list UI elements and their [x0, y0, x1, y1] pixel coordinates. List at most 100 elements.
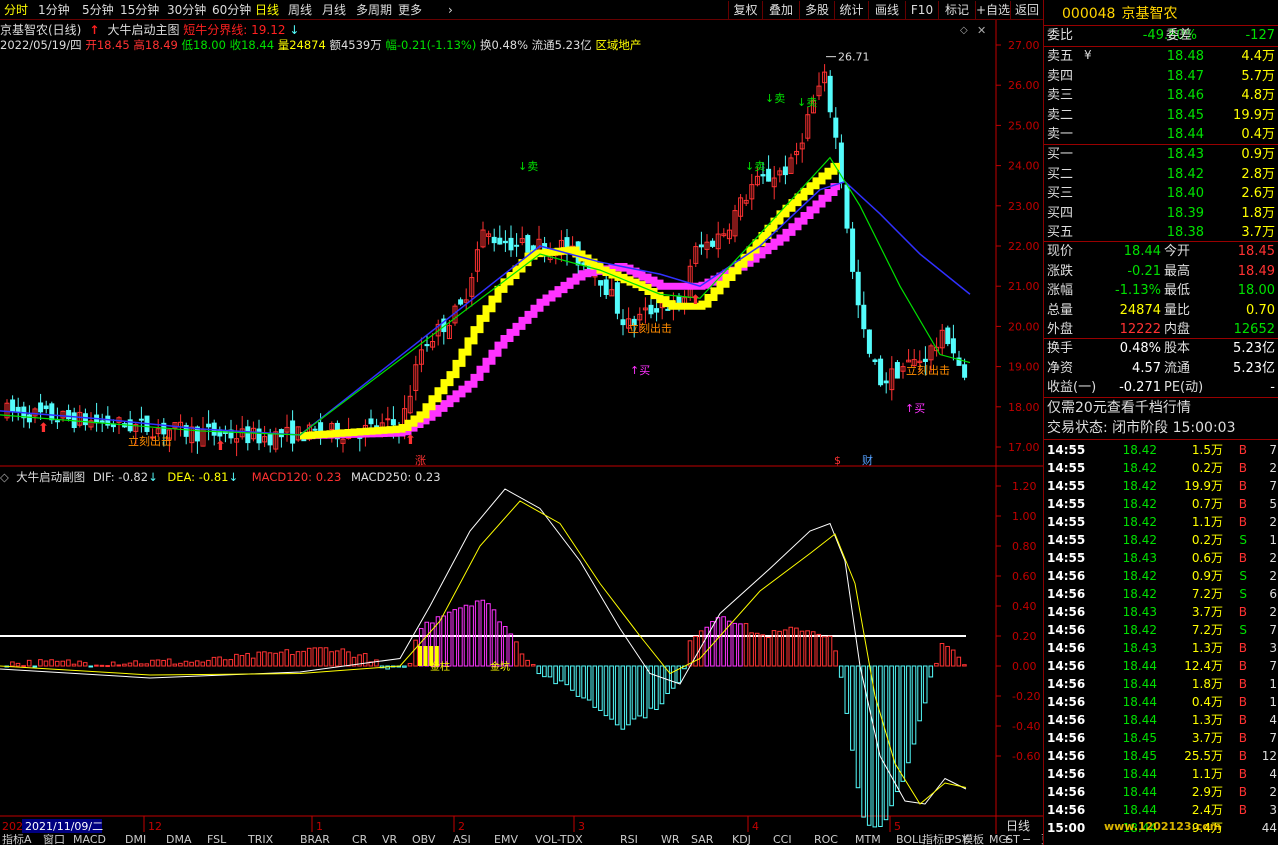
- tick-volume: 0.4万: [1191, 695, 1223, 709]
- period-tab-10[interactable]: 更多: [398, 2, 422, 18]
- indicator-tab-16[interactable]: SAR: [691, 834, 713, 845]
- chevron-right-icon[interactable]: ›: [448, 2, 453, 18]
- price-label: 20.00: [1008, 320, 1040, 333]
- tick-time: 14:56: [1047, 569, 1086, 583]
- bids-row[interactable]: 买二 18.42 2.8万: [1044, 166, 1278, 184]
- toolbar-action-0[interactable]: 复权: [728, 1, 762, 19]
- indicator-tab-1[interactable]: 窗口: [43, 834, 65, 845]
- tick-count: 12: [1261, 749, 1277, 763]
- tick-price: 18.42: [1122, 497, 1157, 511]
- promo-link[interactable]: 仅需20元查看千档行情: [1047, 399, 1278, 417]
- stat-row: 换手 0.48% 股本 5.23亿: [1044, 340, 1278, 358]
- candle-body: [508, 237, 514, 251]
- indicator-tab-18[interactable]: CCI: [773, 834, 792, 845]
- period-tab-4[interactable]: 30分钟: [167, 2, 206, 18]
- period-tab-5[interactable]: 60分钟: [212, 2, 251, 18]
- indicator-tab-14[interactable]: RSI: [620, 834, 638, 845]
- toolbar-action-8[interactable]: 返回: [1010, 1, 1043, 19]
- tick-price: 18.44: [1122, 713, 1157, 727]
- bottom-right-btn-2[interactable]: +: [1002, 834, 1011, 845]
- month-label: 1: [316, 820, 323, 833]
- period-tab-3[interactable]: 15分钟: [120, 2, 159, 18]
- candle-body: [676, 295, 682, 304]
- indicator-tab-13[interactable]: VOL-TDX: [535, 834, 583, 845]
- indicator-tab-5[interactable]: FSL: [207, 834, 226, 845]
- asks-row[interactable]: 卖二 18.45 19.9万: [1044, 107, 1278, 125]
- indicator-tab-15[interactable]: WR: [661, 834, 680, 845]
- period-tab-8[interactable]: 月线: [322, 2, 346, 18]
- indicator-tab-3[interactable]: DMI: [125, 834, 146, 845]
- indicator-tab-2[interactable]: MACD: [73, 834, 106, 845]
- indicator-tab-8[interactable]: CR: [352, 834, 367, 845]
- bids-row[interactable]: 买四 18.39 1.8万: [1044, 205, 1278, 223]
- bottom-right-btn-1[interactable]: 模板: [962, 834, 984, 845]
- indicator-tab-9[interactable]: VR: [382, 834, 397, 845]
- stat-value: 18.49: [1237, 263, 1275, 279]
- tick-row: 14:55 18.42 0.2万 B 2: [1044, 459, 1278, 477]
- period-tab-7[interactable]: 周线: [288, 2, 312, 18]
- period-label[interactable]: 日线: [1006, 819, 1030, 833]
- macd-bar: [575, 665, 581, 697]
- indicator-tab-21[interactable]: BOLL: [896, 834, 924, 845]
- macd-bar: [928, 665, 934, 678]
- period-tab-1[interactable]: 1分钟: [38, 2, 70, 18]
- toolbar-action-3[interactable]: 统计: [834, 1, 868, 19]
- asks-volume: 19.9万: [1233, 107, 1275, 123]
- macd-label: 0.60: [1012, 570, 1037, 583]
- indicator-tab-7[interactable]: BRAR: [300, 834, 330, 845]
- toolbar-action-7[interactable]: +自选: [975, 1, 1010, 19]
- tick-row: 14:56 18.44 1.8万 B 1: [1044, 675, 1278, 693]
- macd-bar: [878, 665, 883, 827]
- indicator-tab-6[interactable]: TRIX: [248, 834, 273, 845]
- bottom-right-btn-0[interactable]: 指标B: [922, 834, 952, 845]
- asks-price: 18.44: [1166, 127, 1204, 143]
- indicator-tab-12[interactable]: EMV: [494, 834, 518, 845]
- bids-row[interactable]: 买五 18.38 3.7万: [1044, 224, 1278, 242]
- macd-bar: [374, 659, 379, 667]
- indicator-tab-0[interactable]: 指标A: [2, 834, 32, 845]
- tick-row: 14:56 18.44 1.1万 B 4: [1044, 765, 1278, 783]
- candle-body: [26, 414, 32, 423]
- tick-volume: 2.9万: [1191, 785, 1223, 799]
- asks-row[interactable]: 卖一 18.44 0.4万: [1044, 126, 1278, 144]
- indicator-tab-19[interactable]: ROC: [814, 834, 838, 845]
- asks-row[interactable]: 卖五 18.48 4.4万: [1044, 48, 1278, 66]
- bids-volume: 3.7万: [1241, 225, 1275, 241]
- sub-expand-icon[interactable]: ◇: [0, 470, 13, 484]
- period-tab-6[interactable]: 日线: [255, 2, 279, 18]
- bids-label: 买二: [1047, 166, 1074, 182]
- bids-row[interactable]: 买三 18.40 2.6万: [1044, 185, 1278, 203]
- toolbar-action-1[interactable]: 叠加: [762, 1, 799, 19]
- macd-bar: [687, 640, 693, 667]
- indicator-tab-17[interactable]: KDJ: [732, 834, 751, 845]
- macd-bar: [794, 627, 799, 667]
- period-tab-2[interactable]: 5分钟: [82, 2, 114, 18]
- bids-row[interactable]: 买一 18.43 0.9万: [1044, 146, 1278, 164]
- tick-count: 1: [1269, 533, 1277, 547]
- macd-bar: [754, 632, 760, 667]
- sub-indicator-name[interactable]: 大牛启动副图: [16, 470, 85, 484]
- toolbar-action-6[interactable]: 标记: [938, 1, 975, 19]
- macd-bar: [178, 662, 183, 667]
- bottom-right-btn-3[interactable]: −: [1022, 834, 1031, 845]
- toolbar-action-4[interactable]: 画线: [868, 1, 905, 19]
- macd-bar: [10, 661, 15, 667]
- tick-price: 18.42: [1122, 533, 1157, 547]
- toolbar-action-5[interactable]: F10: [905, 1, 938, 19]
- stat-label: PE(动): [1164, 380, 1204, 396]
- tick-time: 14:55: [1047, 461, 1086, 475]
- tick-row: 14:55 18.43 0.6万 B 2: [1044, 549, 1278, 567]
- cai-signal: 财: [862, 453, 873, 467]
- indicator-tab-10[interactable]: OBV: [412, 834, 435, 845]
- indicator-tab-20[interactable]: MTM: [855, 834, 881, 845]
- asks-row[interactable]: 卖四 18.47 5.7万: [1044, 68, 1278, 86]
- period-tab-0[interactable]: 分时: [4, 2, 28, 18]
- indicator-tab-11[interactable]: ASI: [453, 834, 471, 845]
- period-tab-9[interactable]: 多周期: [356, 2, 392, 18]
- sub-chart-header: ◇ 大牛启动副图 DIF: -0.82↓ DEA: -0.81↓ MACD120…: [0, 470, 441, 484]
- kline-chart[interactable]: 27.0026.0025.0024.0023.0022.0021.0020.00…: [0, 20, 1043, 834]
- indicator-tab-4[interactable]: DMA: [166, 834, 192, 845]
- toolbar-action-2[interactable]: 多股: [799, 1, 834, 19]
- tick-count: 5: [1269, 497, 1277, 511]
- asks-row[interactable]: 卖三 18.46 4.8万: [1044, 87, 1278, 105]
